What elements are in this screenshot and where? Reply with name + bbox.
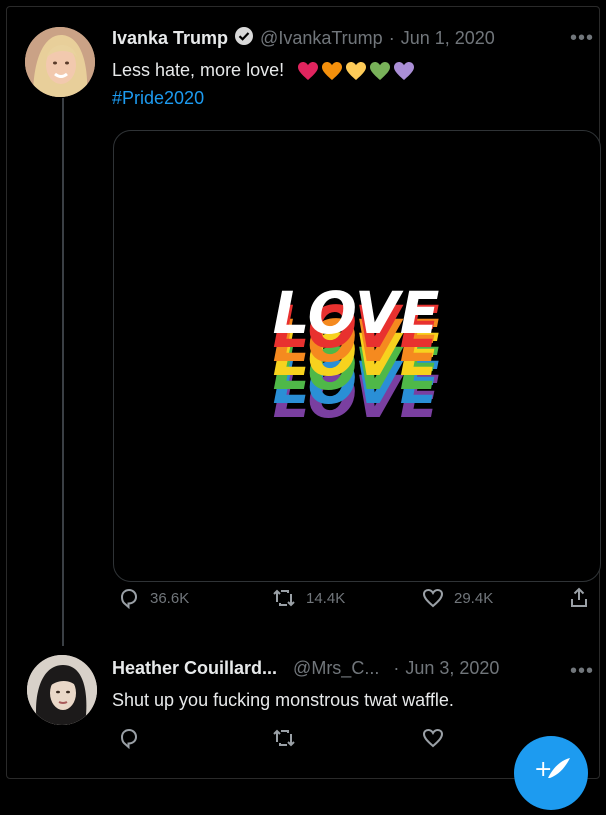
reply-button[interactable]: 36.6K (118, 587, 189, 609)
tweet2-more-icon[interactable]: ••• (570, 660, 594, 683)
reply-icon (120, 728, 138, 749)
tweet2-author-name[interactable]: Heather Couillard... (112, 658, 277, 679)
tweet2-handle[interactable]: @Mrs_C... (293, 658, 379, 679)
share-button[interactable] (568, 587, 590, 609)
tweet1-separator: · (388, 28, 395, 48)
heart-emoji-3 (346, 62, 367, 81)
retweet-count: 14.4K (306, 589, 346, 607)
compose-feather-icon: + (534, 757, 570, 782)
tweet2-text: Shut up you fucking monstrous twat waffl… (112, 690, 454, 710)
tweet1-media-image[interactable]: LOVE LOVE LOVE LOVE LOVE LOVE LOVE (113, 130, 601, 582)
tweet2-date[interactable]: Jun 3, 2020 (405, 658, 499, 679)
retweet-icon (273, 589, 295, 607)
reply-icon (120, 588, 138, 609)
heart-icon (422, 588, 444, 608)
heart-icon (422, 728, 444, 748)
retweet-button-2[interactable] (272, 727, 296, 749)
tweet1-author-name[interactable]: Ivanka Trump (112, 28, 228, 49)
tweet2-separator: · (393, 658, 400, 678)
tweet1-date[interactable]: Jun 1, 2020 (401, 28, 495, 49)
verified-badge-icon (234, 26, 254, 51)
retweet-button[interactable]: 14.4K (272, 587, 345, 609)
like-button-2[interactable] (422, 727, 444, 749)
thread-connector-line (62, 98, 64, 646)
retweet-icon (273, 729, 295, 747)
heart-emojis-icon (297, 61, 415, 81)
tweet1-more-icon[interactable]: ••• (570, 27, 594, 50)
share-icon (571, 587, 587, 607)
tweet1-header: Ivanka Trump @IvankaTrump · Jun 1, 2020 (112, 26, 495, 51)
svg-text:+: + (534, 757, 552, 782)
heart-emoji-4 (370, 62, 391, 81)
reply-count: 36.6K (150, 589, 190, 607)
heart-emoji-1 (298, 62, 319, 81)
tweet1-hashtag[interactable]: #Pride2020 (112, 88, 204, 109)
reply-button-2[interactable] (118, 727, 140, 749)
tweet1-text-row: Less hate, more love! (112, 60, 415, 81)
tweet2-header: Heather Couillard... @Mrs_C... · Jun 3, … (112, 658, 499, 679)
tweet1-text: Less hate, more love! (112, 60, 285, 80)
avatar-ivanka[interactable] (25, 27, 95, 97)
tweet1-handle[interactable]: @IvankaTrump (260, 28, 383, 49)
like-button[interactable]: 29.4K (422, 587, 493, 609)
heart-emoji-2 (322, 62, 343, 81)
love-text: LOVE (273, 279, 440, 347)
compose-tweet-button[interactable]: + (514, 736, 588, 810)
like-count: 29.4K (454, 589, 494, 607)
love-rainbow-graphic: LOVELOVELOVELOVELOVELOVELOVE (273, 279, 440, 431)
heart-emoji-5 (394, 62, 415, 81)
avatar-heather[interactable] (27, 655, 97, 725)
